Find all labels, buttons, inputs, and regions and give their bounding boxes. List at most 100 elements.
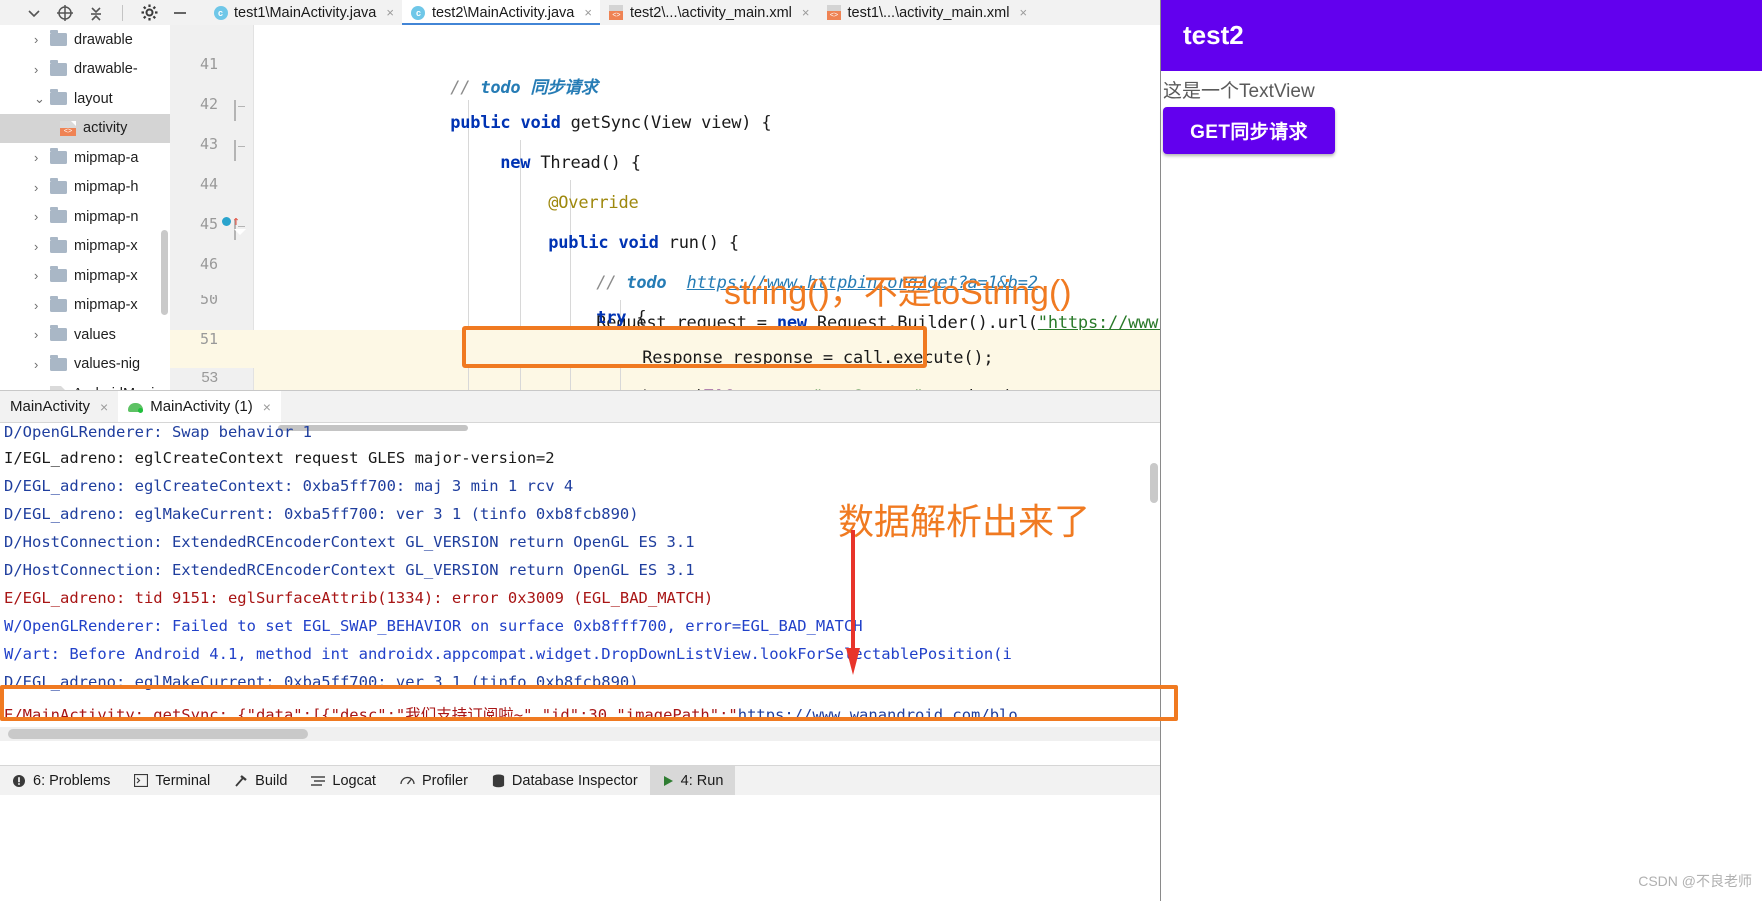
toolwindow-terminal[interactable]: Terminal [122,766,222,795]
toolwindow-label: Build [255,772,288,789]
tree-item-layout[interactable]: ⌄ layout [0,84,170,114]
logcat-vertical-scrollbar[interactable] [1150,463,1158,503]
tree-item-mipmap-xxxhdpi[interactable]: › mipmap-x [0,291,170,321]
folder-icon [50,325,67,342]
close-icon[interactable]: × [386,6,394,19]
fold-marker-icon[interactable] [234,100,250,121]
tree-item-label: mipmap-x [74,267,138,284]
folder-icon [50,59,67,76]
chevron-right-icon[interactable]: › [34,62,50,77]
target-icon[interactable] [55,3,75,23]
toolwindow-database-inspector[interactable]: Database Inspector [480,766,650,795]
chevron-right-icon[interactable]: › [34,268,50,283]
logcat-tab-mainactivity[interactable]: MainActivity × [0,391,118,422]
toolwindow-problems[interactable]: 6: Problems [0,766,122,795]
status-bottom-area [0,795,1160,901]
tree-item-mipmap-xxhdpi[interactable]: › mipmap-x [0,261,170,291]
editor-tab-test2-mainactivity[interactable]: c test2\MainActivity.java × [401,0,600,25]
java-file-icon: c [213,5,228,20]
log-line: D/EGL_adreno: eglCreateContext: 0xba5ff7… [4,477,574,495]
tree-item-label: activity [83,120,128,137]
bottom-tool-window-bar: 6: Problems Terminal Build Logcat Profil… [0,765,1160,795]
logcat-hscroll-thumb[interactable] [8,729,308,739]
android-studio-window: c test1\MainActivity.java × c test2\Main… [0,0,1762,901]
code-token-todo: todo [626,273,687,293]
close-icon[interactable]: × [802,6,810,19]
tree-item-values-night[interactable]: › values-nig [0,350,170,380]
annotation-log-note: 数据解析出来了 [838,501,1091,542]
line-number: 44 [199,175,218,193]
chevron-right-icon[interactable]: › [34,180,50,195]
close-icon[interactable]: × [1019,6,1027,19]
breakpoint-dot-icon[interactable] [222,217,231,226]
editor-tab-test1-mainactivity[interactable]: c test1\MainActivity.java × [204,0,402,25]
tree-item-label: mipmap-x [74,238,138,255]
logcat-icon [311,775,326,787]
minimize-icon[interactable] [170,3,190,23]
chevron-right-icon[interactable]: › [34,298,50,313]
chevron-down-icon[interactable]: ⌄ [34,91,50,107]
tree-item-activity-main-xml[interactable]: activity [0,113,170,143]
toolwindow-build[interactable]: Build [222,766,299,795]
settings-gear-icon[interactable] [139,3,159,23]
chevron-right-icon[interactable]: › [34,357,50,372]
android-icon [128,400,144,413]
tree-item-mipmap-mdpi[interactable]: › mipmap-n [0,202,170,232]
chevron-right-icon[interactable]: › [34,239,50,254]
profiler-icon [400,774,415,788]
tree-item-label: drawable- [74,61,138,78]
project-tree[interactable]: › drawable › drawable- ⌄ layout activity… [0,25,170,390]
annotation-arrow-icon [846,530,860,675]
code-token-keyword: new [500,153,531,173]
toolwindow-logcat[interactable]: Logcat [299,766,388,795]
chevron-right-icon[interactable]: › [34,209,50,224]
chevron-right-icon[interactable]: › [34,150,50,165]
log-highlight-box [0,685,1178,721]
log-line: D/EGL_adreno: eglMakeCurrent: 0xba5ff700… [4,505,639,523]
logcat-tab-mainactivity-1[interactable]: MainActivity (1) × [118,391,281,422]
fold-marker-icon[interactable] [234,340,250,361]
tree-item-drawable[interactable]: › drawable [0,25,170,55]
tree-item-drawable-v24[interactable]: › drawable- [0,55,170,85]
tree-item-mipmap-anydpi[interactable]: › mipmap-a [0,143,170,173]
logcat-output[interactable]: D/OpenGLRenderer: Swap behavior 1 I/EGL_… [0,423,1160,720]
chevron-right-icon[interactable]: › [34,32,50,47]
log-line: I/EGL_adreno: eglCreateContext request G… [4,449,555,467]
tree-item-mipmap-hdpi[interactable]: › mipmap-h [0,173,170,203]
emulator-preview[interactable]: test2 这是一个TextView GET同步请求 CSDN @不良老师 [1160,0,1762,901]
log-line: E/EGL_adreno: tid 9151: eglSurfaceAttrib… [4,589,714,607]
code-token-type: Thread() { [540,153,641,173]
folder-icon [50,266,67,283]
line-number: 46 [199,255,218,273]
tree-item-mipmap-xhdpi[interactable]: › mipmap-x [0,232,170,262]
emulator-get-sync-button[interactable]: GET同步请求 [1163,107,1335,154]
editor-fold-gutter[interactable] [232,25,254,390]
dropdown-caret-icon[interactable] [24,3,44,23]
annotation-code-note: string()，不是toString() [724,274,1072,312]
log-line: W/OpenGLRenderer: Failed to set EGL_SWAP… [4,617,863,635]
line-number: 42 [199,95,218,113]
tree-item-values[interactable]: › values [0,320,170,350]
logcat-tab-bar: MainActivity × MainActivity (1) × [0,391,1160,423]
tree-scrollbar[interactable] [161,230,168,315]
close-icon[interactable]: × [263,399,271,415]
tree-item-android-manifest[interactable]: › AndroidMani [0,379,170,390]
toolwindow-label: 6: Problems [33,772,111,789]
log-line: D/HostConnection: ExtendedRCEncoderConte… [4,561,695,579]
toolwindow-profiler[interactable]: Profiler [388,766,480,795]
close-icon[interactable]: × [584,6,592,19]
log-line: D/OpenGLRenderer: Swap behavior 1 [4,423,312,441]
editor-tab-label: test2\...\activity_main.xml [629,4,792,21]
fold-marker-icon[interactable] [234,140,250,161]
close-icon[interactable]: × [100,399,108,415]
tree-item-label: drawable [74,31,133,48]
editor-tab-bar: c test1\MainActivity.java × c test2\Main… [204,0,1036,25]
line-number: 53 [201,369,218,386]
editor-tab-test1-activitymain[interactable]: test1\...\activity_main.xml × [817,0,1036,25]
collapse-all-icon[interactable] [86,3,106,23]
editor-tab-test2-activitymain[interactable]: test2\...\activity_main.xml × [599,0,818,25]
breakpoint-marker[interactable]: ↑ [222,215,240,228]
toolwindow-run[interactable]: 4: Run [649,766,736,795]
chevron-right-icon[interactable]: › [34,327,50,342]
tree-item-label: values [74,326,116,343]
